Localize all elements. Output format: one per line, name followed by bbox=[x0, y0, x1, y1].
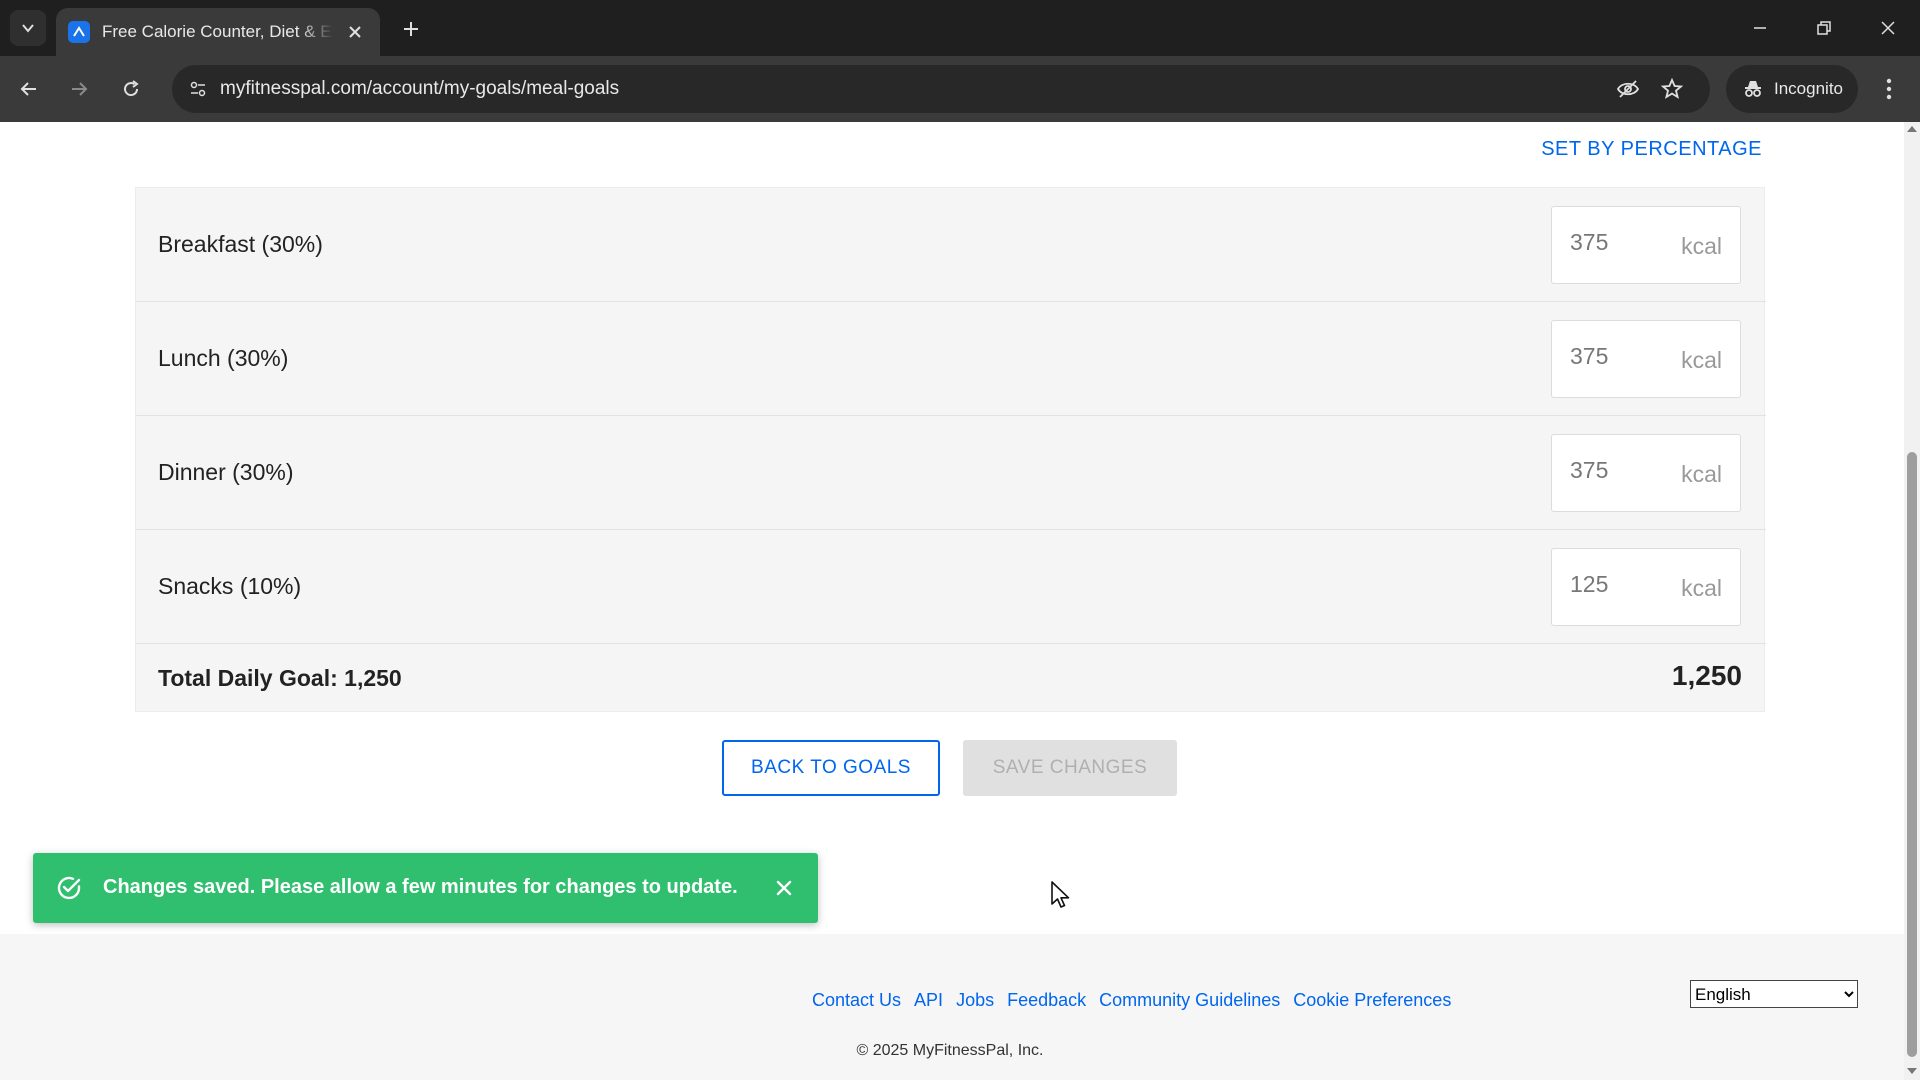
new-tab-plus-icon[interactable] bbox=[396, 14, 426, 44]
footer-link-community-guidelines[interactable]: Community Guidelines bbox=[1099, 990, 1280, 1011]
footer-link-cookie-preferences[interactable]: Cookie Preferences bbox=[1293, 990, 1451, 1011]
total-daily-goal-value: 1,250 bbox=[1671, 660, 1742, 691]
incognito-icon bbox=[1745, 81, 1761, 97]
snacks-kcal-input[interactable] bbox=[1570, 571, 1660, 598]
minimize-icon[interactable] bbox=[1736, 8, 1784, 48]
tab-search-button[interactable] bbox=[10, 10, 46, 46]
chevron-down-icon bbox=[22, 24, 34, 33]
footer-link-contact-us[interactable]: Contact Us bbox=[812, 990, 901, 1011]
meal-label: Dinner (30%) bbox=[158, 459, 294, 485]
myfitnesspal-favicon-icon bbox=[68, 21, 90, 43]
kcal-field[interactable]: kcal bbox=[1551, 434, 1741, 512]
toast-message: Changes saved. Please allow a few minute… bbox=[103, 876, 738, 898]
meal-row-dinner: Dinner (30%) kcal bbox=[136, 416, 1766, 530]
back-arrow-icon[interactable] bbox=[10, 70, 48, 108]
kcal-field[interactable]: kcal bbox=[1551, 320, 1741, 398]
browser-toolbar: myfitnesspal.com/account/my-goals/meal-g… bbox=[0, 56, 1920, 122]
footer: Contact Us API Jobs Feedback Community G… bbox=[0, 934, 1904, 1080]
scroll-up-arrow-icon[interactable] bbox=[1907, 126, 1917, 132]
check-circle-icon bbox=[57, 876, 81, 900]
eye-slash-icon[interactable] bbox=[1612, 73, 1644, 105]
meal-goals-card: Breakfast (30%) kcal Lunch (30%) kcal Di… bbox=[135, 187, 1766, 712]
breakfast-kcal-input[interactable] bbox=[1570, 229, 1660, 256]
page-content: SET BY PERCENTAGE Breakfast (30%) kcal L… bbox=[0, 122, 1904, 1080]
meal-label: Snacks (10%) bbox=[158, 573, 302, 599]
meal-label: Breakfast (30%) bbox=[158, 231, 323, 257]
toast-close-icon[interactable] bbox=[771, 875, 797, 901]
footer-link-jobs[interactable]: Jobs bbox=[956, 990, 994, 1011]
footer-link-feedback[interactable]: Feedback bbox=[1007, 990, 1086, 1011]
dinner-kcal-input[interactable] bbox=[1570, 457, 1660, 484]
footer-link-api[interactable]: API bbox=[914, 990, 943, 1011]
footer-links: Contact Us API Jobs Feedback Community G… bbox=[812, 990, 1451, 1011]
lunch-kcal-input[interactable] bbox=[1570, 343, 1660, 370]
kcal-field[interactable]: kcal bbox=[1551, 548, 1741, 626]
meal-row-breakfast: Breakfast (30%) kcal bbox=[136, 188, 1766, 302]
back-to-goals-button[interactable]: BACK TO GOALS bbox=[722, 740, 940, 796]
kcal-unit: kcal bbox=[1681, 347, 1722, 373]
restore-icon[interactable] bbox=[1800, 8, 1848, 48]
scrollbar-thumb[interactable] bbox=[1907, 452, 1917, 1057]
url-text[interactable]: myfitnesspal.com/account/my-goals/meal-g… bbox=[220, 78, 619, 100]
success-toast: Changes saved. Please allow a few minute… bbox=[33, 853, 818, 923]
set-by-percentage-link[interactable]: SET BY PERCENTAGE bbox=[1541, 138, 1762, 161]
total-daily-goal-row: Total Daily Goal: 1,250 1,250 bbox=[136, 644, 1766, 712]
incognito-label: Incognito bbox=[1774, 79, 1843, 98]
kcal-unit: kcal bbox=[1681, 461, 1722, 487]
kebab-menu-icon[interactable] bbox=[1870, 70, 1908, 108]
meal-row-snacks: Snacks (10%) kcal bbox=[136, 530, 1766, 644]
copyright-text: © 2025 MyFitnessPal, Inc. bbox=[856, 1042, 1044, 1059]
language-select[interactable]: English bbox=[1690, 980, 1858, 1008]
save-changes-button[interactable]: SAVE CHANGES bbox=[963, 740, 1177, 796]
meal-row-lunch: Lunch (30%) kcal bbox=[136, 302, 1766, 416]
mouse-pointer-icon bbox=[1051, 881, 1070, 908]
kcal-field[interactable]: kcal bbox=[1551, 206, 1741, 284]
total-daily-goal-label: Total Daily Goal: 1,250 bbox=[158, 665, 402, 691]
meal-label: Lunch (30%) bbox=[158, 345, 289, 371]
tab-title: Free Calorie Counter, Diet & Exercise Jo… bbox=[102, 22, 334, 41]
address-bar[interactable]: myfitnesspal.com/account/my-goals/meal-g… bbox=[172, 65, 1710, 113]
browser-tab[interactable]: Free Calorie Counter, Diet & Exercise Jo… bbox=[56, 8, 380, 56]
browser-tab-bar: Free Calorie Counter, Diet & Exercise Jo… bbox=[0, 0, 1920, 56]
kcal-unit: kcal bbox=[1681, 233, 1722, 259]
tab-close-icon[interactable] bbox=[342, 19, 368, 45]
page-scrollbar[interactable] bbox=[1904, 122, 1920, 1080]
scroll-down-arrow-icon[interactable] bbox=[1907, 1068, 1917, 1074]
kcal-unit: kcal bbox=[1681, 575, 1722, 601]
site-settings-icon[interactable] bbox=[180, 71, 216, 107]
forward-arrow-icon[interactable] bbox=[60, 70, 98, 108]
window-close-icon[interactable] bbox=[1864, 8, 1912, 48]
incognito-badge[interactable]: Incognito bbox=[1726, 65, 1858, 113]
reload-icon[interactable] bbox=[112, 70, 150, 108]
bookmark-star-icon[interactable] bbox=[1656, 73, 1688, 105]
